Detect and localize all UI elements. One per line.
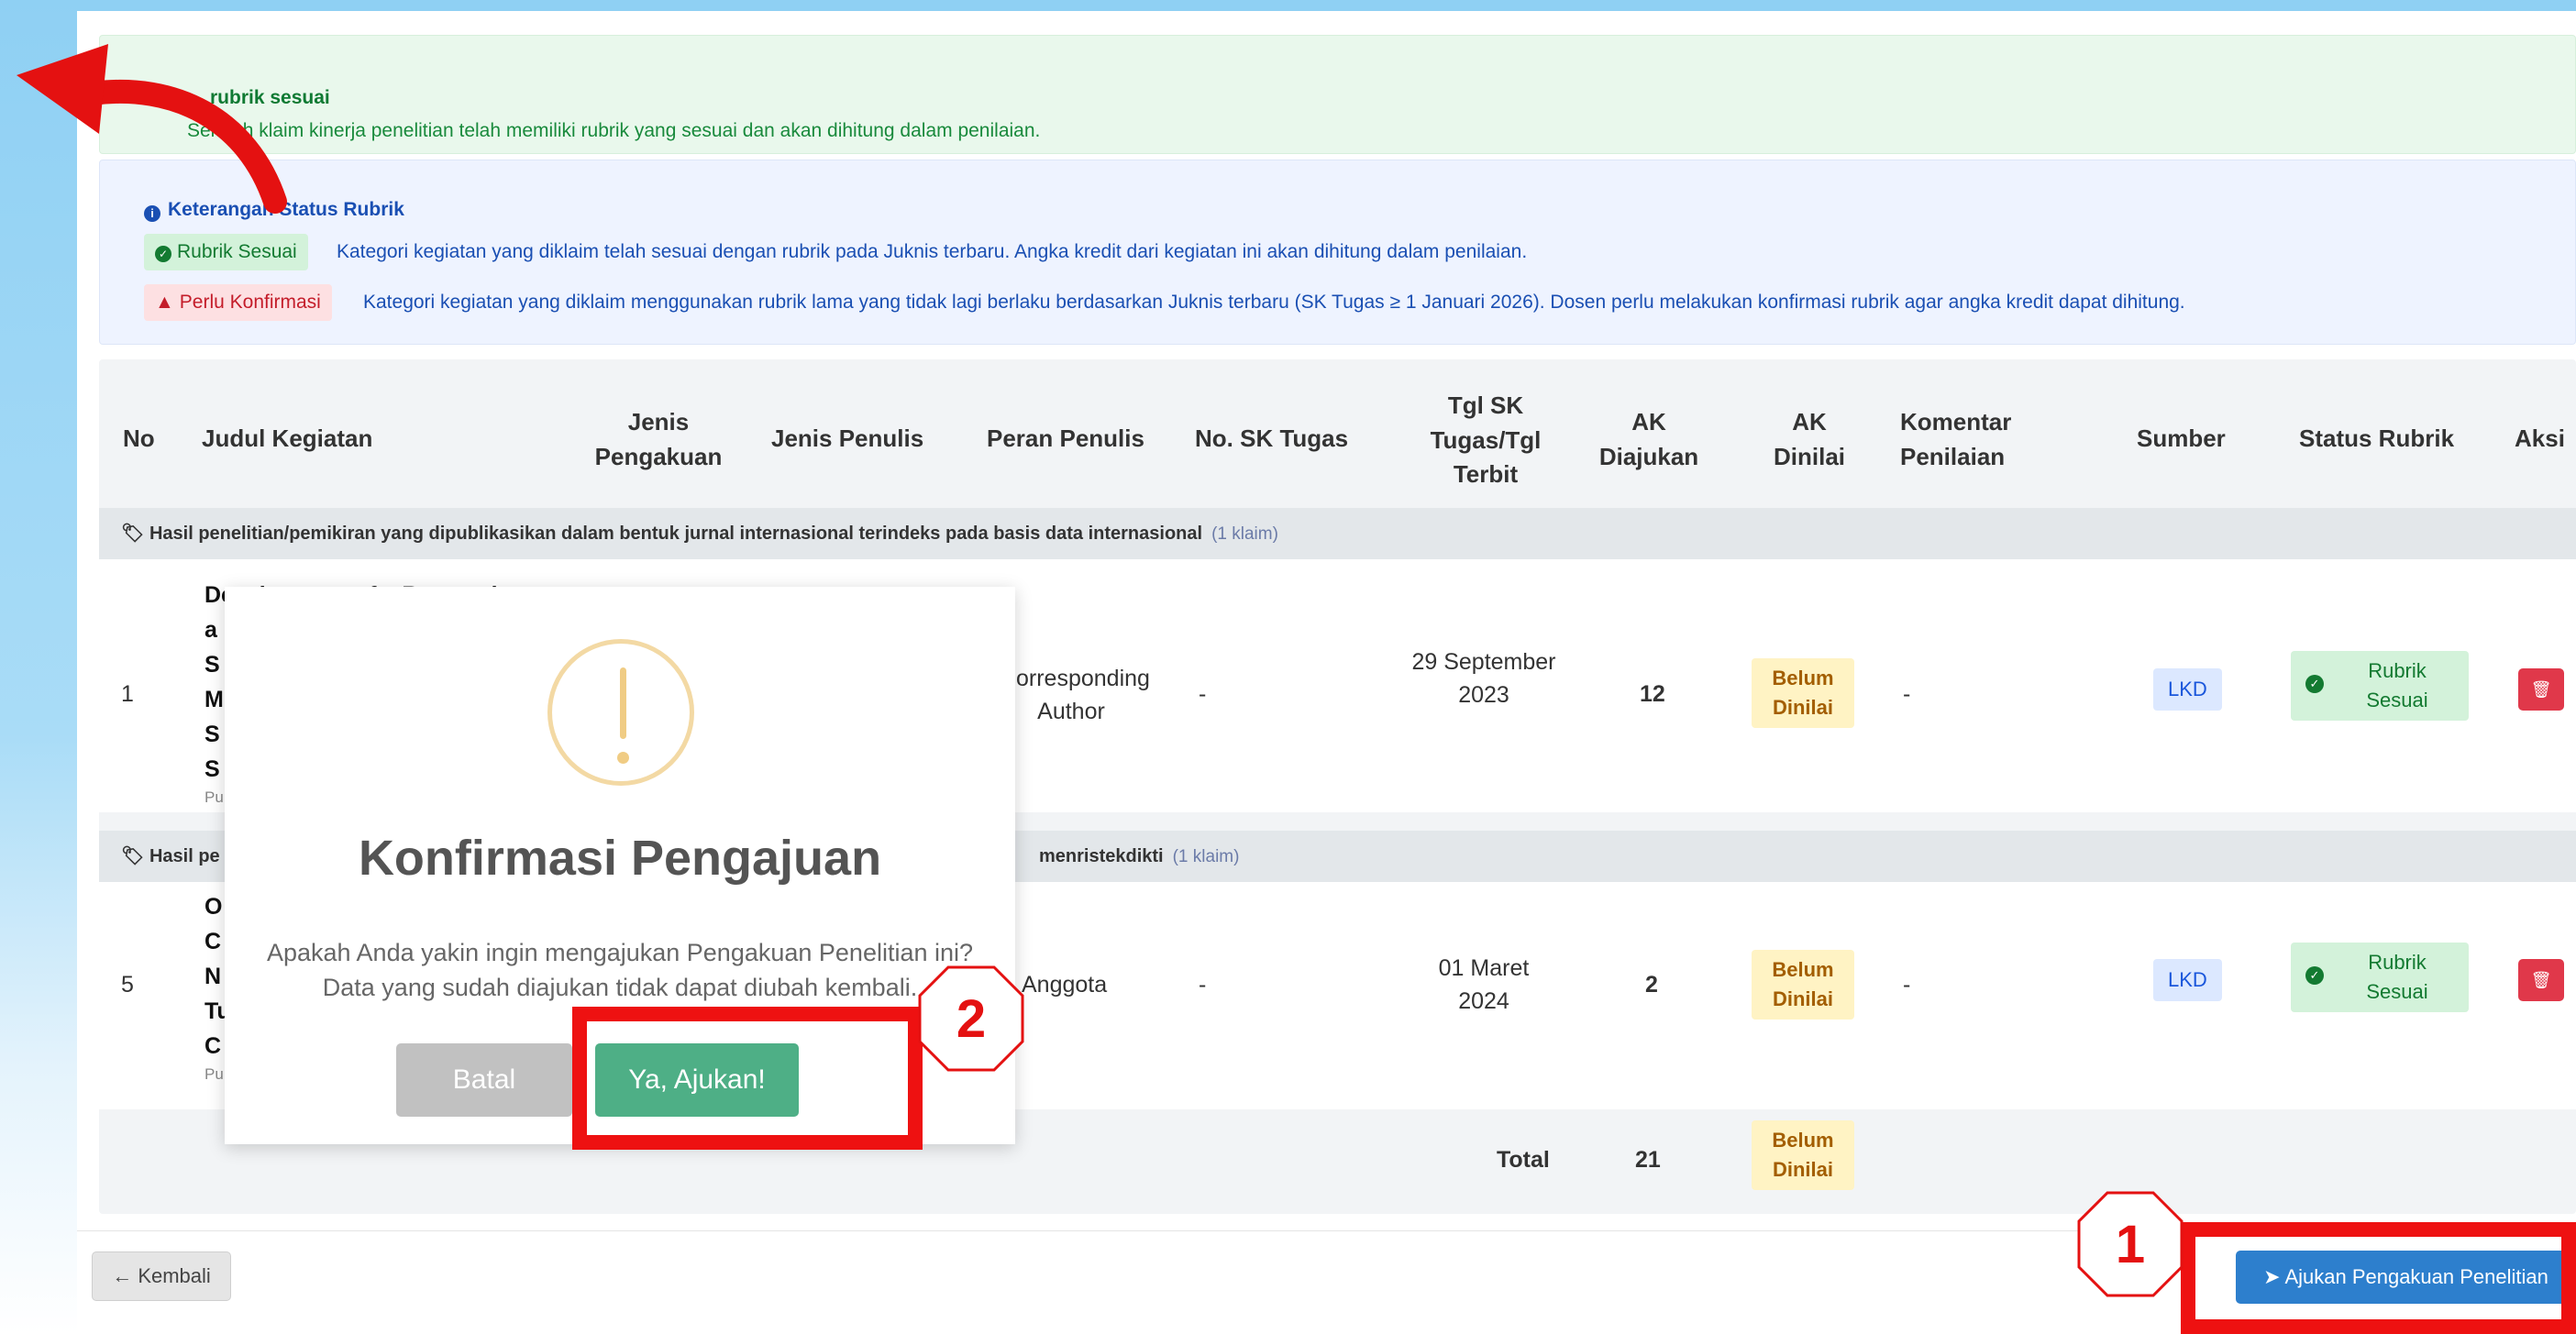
header-ak-diajukan: AK Diajukan — [1598, 408, 1699, 470]
trash-icon: 🗑 — [2530, 680, 2552, 699]
group-header: 🏷 Hasil penelitian/pemikiran yang dipubl… — [99, 508, 2576, 559]
check-circle-icon: ✓ — [155, 246, 171, 262]
source-badge: LKD — [2153, 668, 2222, 711]
total-label: Total — [1497, 1147, 1550, 1173]
perlu-konfirmasi-text: Kategori kegiatan yang diklaim menggunak… — [363, 292, 2185, 313]
arrow-left-icon: ← — [112, 1264, 138, 1287]
step-2-marker: 2 — [916, 964, 1026, 1074]
header-judul: Judul Kegiatan — [202, 424, 373, 452]
dialog-text: Apakah Anda yakin ingin mengajukan Penga… — [266, 939, 974, 1001]
back-button[interactable]: ← Kembali — [92, 1251, 231, 1301]
success-alert: rubrik sesuai Seluruh klaim kinerja pene… — [99, 35, 2576, 154]
rubrik-sesuai-badge: ✓ Rubrik Sesuai — [144, 234, 308, 270]
success-alert-text: Seluruh klaim kinerja penelitian telah m… — [187, 120, 1041, 141]
total-value: 21 — [1635, 1147, 1661, 1173]
check-circle-icon: ✓ — [2305, 675, 2324, 693]
warning-triangle-icon: ▲ — [155, 292, 174, 313]
rubrik-status-badge: ✓ Rubrik Sesuai — [2291, 943, 2469, 1012]
header-jenis-pengakuan: Jenis Pengakuan — [594, 408, 723, 470]
status-badge: Belum Dinilai — [1752, 950, 1854, 1020]
rubric-info-panel: i Keterangan Status Rubrik ✓ Rubrik Sesuai… — [99, 160, 2576, 345]
source-badge: LKD — [2153, 959, 2222, 1001]
header-no: No — [123, 424, 155, 452]
header-status-rubrik: Status Rubrik — [2299, 424, 2455, 452]
delete-button[interactable]: 🗑 — [2518, 959, 2564, 1001]
tag-icon: 🏷 — [121, 846, 149, 866]
header-no-sk: No. SK Tugas — [1195, 424, 1349, 452]
exclamation-icon — [547, 639, 694, 786]
status-badge: Belum Dinilai — [1752, 658, 1854, 728]
rubrik-status-badge: ✓ Rubrik Sesuai — [2291, 651, 2469, 721]
top-bar — [0, 0, 2576, 11]
header-ak-dinilai: AK Dinilai — [1773, 408, 1845, 470]
check-circle-icon: ✓ — [2305, 966, 2324, 985]
highlight-box-submit — [2181, 1222, 2576, 1334]
step-1-marker: 1 — [2075, 1189, 2185, 1299]
trash-icon: 🗑 — [2530, 971, 2552, 989]
cancel-button[interactable]: Batal — [396, 1043, 572, 1117]
header-peran-penulis: Peran Penulis — [987, 424, 1144, 452]
perlu-konfirmasi-badge: ▲ Perlu Konfirmasi — [144, 284, 332, 321]
header-tgl-sk: Tgl SK Tugas/Tgl Terbit — [1430, 391, 1542, 489]
header-komentar: Komentar Penilaian — [1900, 408, 2012, 470]
tag-icon: 🏷 — [121, 524, 149, 544]
header-sumber: Sumber — [2137, 424, 2226, 452]
red-arrow-annotation — [17, 44, 287, 214]
highlight-box-confirm — [572, 1007, 923, 1150]
dialog-title: Konfirmasi Pengajuan — [358, 831, 882, 886]
rubrik-sesuai-text: Kategori kegiatan yang diklaim telah ses… — [337, 241, 1528, 262]
total-status-badge: Belum Dinilai — [1752, 1120, 1854, 1190]
header-jenis-penulis: Jenis Penulis — [771, 424, 924, 452]
header-aksi: Aksi — [2515, 424, 2565, 452]
delete-button[interactable]: 🗑 — [2518, 668, 2564, 711]
